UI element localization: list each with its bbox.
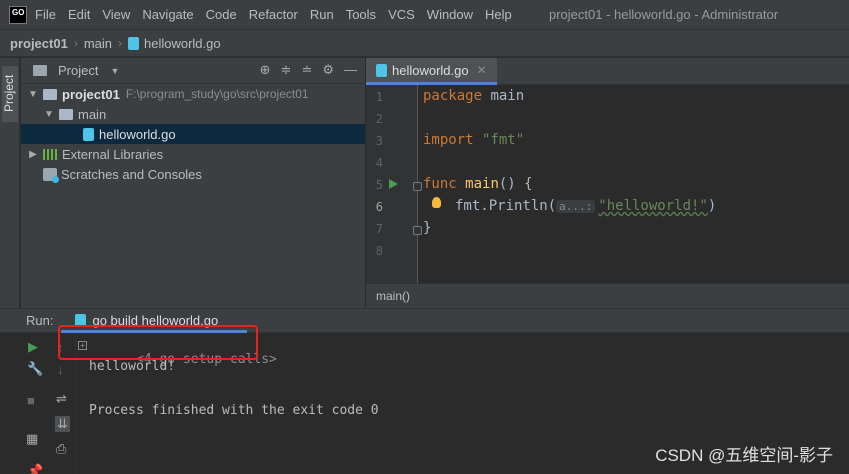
line-number: 2 [375,112,383,126]
annotation-highlight-box [58,325,258,360]
project-view-selector[interactable]: Project [58,63,98,78]
library-icon [43,148,57,160]
print-icon[interactable]: ⎙ [56,441,66,457]
tab-label: helloworld.go [392,62,469,78]
chevron-down-icon[interactable]: ▼ [110,66,119,76]
breadcrumb-folder[interactable]: main [84,36,112,51]
code-line-5: func main() { [423,176,533,192]
close-icon[interactable]: ✕ [477,63,487,77]
parameter-hint: a...: [556,200,596,213]
console-output-line: helloworld! [89,359,176,374]
code-line-3: import "fmt" [423,132,525,148]
layout-icon[interactable]: ▦ [26,431,38,447]
menu-refactor[interactable]: Refactor [249,7,298,22]
project-panel-header: Project ▼ ⊕ ≑ ≐ ⚙ — [21,58,365,84]
menu-view[interactable]: View [102,7,130,22]
collapse-all-icon[interactable]: ≐ [301,62,312,78]
project-path: F:\program_study\go\src\project01 [125,87,309,101]
scroll-to-end-icon[interactable]: ⇊ [55,416,70,432]
line-number: 6 [375,200,383,214]
console-exit-line: Process finished with the exit code 0 [89,403,379,418]
editor-breadcrumb[interactable]: main() [366,283,849,308]
goland-logo-icon: GO [9,5,27,24]
pin-icon[interactable]: 📌 [27,463,43,474]
line-number: 3 [375,134,383,148]
watermark: CSDN @五维空间-影子 [655,446,833,465]
menu-help[interactable]: Help [485,7,512,22]
line-number: 8 [375,244,383,258]
tab-helloworld[interactable]: helloworld.go ✕ [366,58,497,85]
tree-item-scratches[interactable]: Scratches and Consoles [21,164,365,184]
code-line-7: } [423,220,432,236]
tree-item-project-root[interactable]: ▼ project01 F:\program_study\go\src\proj… [21,84,365,104]
menu-run[interactable]: Run [310,7,334,22]
tree-item-helloworld[interactable]: helloworld.go [21,124,365,144]
chevron-down-icon[interactable]: ▼ [43,109,55,120]
project-stripe-label: Project [2,74,16,112]
go-file-icon [83,127,94,141]
hide-panel-icon[interactable]: — [344,62,357,78]
tree-item-label: External Libraries [62,146,164,162]
code-line-6: fmt.Println(a...: "helloworld!") [455,198,717,214]
line-number: 1 [375,90,383,104]
expand-all-icon[interactable]: ≑ [281,62,292,78]
lightbulb-icon[interactable] [432,197,441,208]
left-tool-stripe: Project [0,58,20,308]
menu-navigate[interactable]: Navigate [142,7,193,22]
go-file-icon [376,63,387,77]
chevron-right-icon: › [73,36,78,50]
breadcrumb-project[interactable]: project01 [10,36,68,51]
menu-code[interactable]: Code [206,7,237,22]
gear-icon[interactable]: ⚙ [322,62,334,78]
breadcrumb: project01 › main › helloworld.go [0,29,849,57]
tree-item-main[interactable]: ▼ main [21,104,365,124]
wrench-icon[interactable]: 🔧 [27,361,43,377]
tree-item-label: helloworld.go [99,126,176,142]
line-number: 4 [375,156,383,170]
menu-bar: GO File Edit View Navigate Code Refactor… [0,0,849,29]
go-file-icon [128,36,139,50]
editor-gutter: 1 2 3 4 5 6 7 8 [366,85,422,283]
menu-edit[interactable]: Edit [68,7,90,22]
scratches-icon [43,167,59,183]
editor-tab-bar: helloworld.go ✕ [366,58,849,85]
rerun-icon[interactable]: ▶ [28,339,38,355]
chevron-down-icon[interactable]: ▼ [27,89,39,100]
folder-icon [43,88,57,100]
window-title: project01 - helloworld.go - Administrato… [549,7,779,22]
locate-file-icon[interactable]: ⊕ [260,62,271,78]
chevron-right-icon: › [118,36,122,50]
menu-tools[interactable]: Tools [346,7,376,22]
folder-icon [59,108,73,120]
run-label: Run: [26,313,54,328]
project-panel: Project ▼ ⊕ ≑ ≐ ⚙ — ▼ project01 F:\progr… [21,58,365,308]
tree-item-label: project01 [62,86,120,102]
line-number: 5 [375,178,383,192]
code-editor: helloworld.go ✕ 1 2 3 4 5 6 7 8 package … [366,58,849,308]
tree-item-label: Scratches and Consoles [61,166,202,182]
arrow-down-icon[interactable]: ↓ [57,362,64,377]
chevron-right-icon[interactable]: ▶ [27,149,39,160]
menu-vcs[interactable]: VCS [388,7,415,22]
line-number: 7 [375,222,383,236]
project-view-icon [33,65,47,76]
run-gutter-icon[interactable] [389,179,398,189]
menu-window[interactable]: Window [427,7,473,22]
code-area[interactable]: package main import "fmt" func main() { … [423,85,849,283]
fold-icon[interactable] [413,182,422,191]
menu-file[interactable]: File [35,7,56,22]
project-tool-window-button[interactable]: Project [2,66,18,122]
tree-item-external-libraries[interactable]: ▶ External Libraries [21,144,365,164]
stop-icon[interactable]: ■ [27,393,35,408]
fold-icon[interactable] [413,226,422,235]
breadcrumb-file[interactable]: helloworld.go [144,36,221,51]
soft-wrap-icon[interactable]: ⇌ [56,391,67,407]
tree-item-label: main [78,106,107,122]
code-line-1: package main [423,88,525,104]
